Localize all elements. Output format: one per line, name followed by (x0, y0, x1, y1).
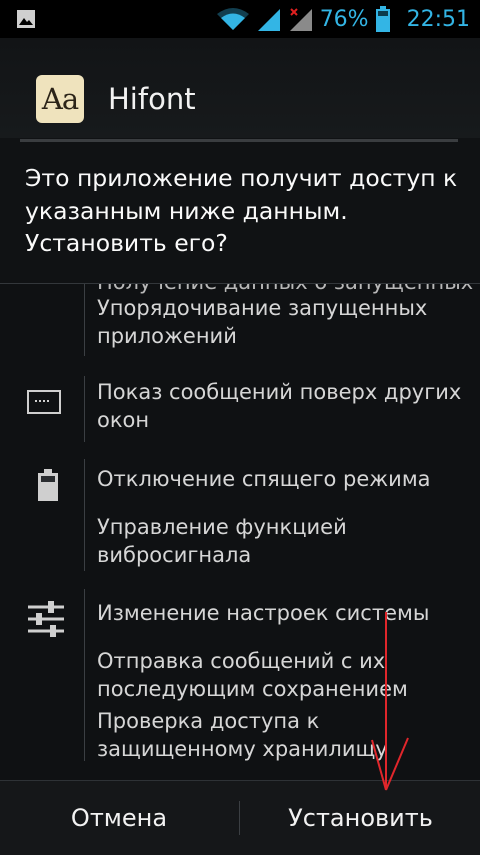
install-prompt: Это приложение получит доступ к указанны… (25, 164, 458, 257)
permission-item: Отправка сообщений с их последующим сохр… (97, 649, 408, 701)
permission-item: Управление функцией вибросигнала (97, 515, 347, 567)
header-divider (20, 139, 458, 142)
window-overlay-icon (27, 390, 61, 414)
settings-sliders-icon (28, 601, 64, 637)
battery-icon (375, 6, 390, 32)
permission-item: Изменение настроек системы (97, 601, 430, 625)
battery-percent: 76% (319, 6, 369, 32)
permission-group-apps: Упорядочивание запущенных приложений (0, 284, 480, 364)
app-icon: Aa (36, 75, 84, 123)
button-bar: Отмена Установить (0, 780, 480, 855)
button-separator (239, 801, 240, 835)
clock: 22:51 (406, 6, 470, 32)
signal-icon (257, 9, 280, 31)
permission-group-battery: Отключение спящего режима Управление фун… (0, 459, 480, 584)
permission-item: Упорядочивание запущенных приложений (97, 296, 428, 348)
wifi-icon (216, 8, 249, 30)
signal-no-sim-icon (289, 8, 312, 31)
cancel-button[interactable]: Отмена (0, 781, 238, 855)
permission-group-overlay: Показ сообщений поверх других окон (0, 364, 480, 454)
permission-group-settings: Изменение настроек системы Отправка сооб… (0, 589, 480, 781)
permission-list[interactable]: Получение данных о запущенных Упорядочив… (0, 283, 480, 781)
app-title: Hifont (108, 82, 196, 116)
status-bar: 76% 22:51 (0, 0, 480, 38)
permission-item: Отключение спящего режима (97, 467, 431, 491)
install-button[interactable]: Установить (241, 781, 480, 855)
battery-icon (38, 469, 58, 501)
app-header: Aa Hifont (0, 38, 480, 138)
permission-item: Проверка доступа к защищенному хранилищу (97, 709, 388, 761)
permission-item: Показ сообщений поверх других окон (97, 380, 462, 432)
image-icon (17, 10, 35, 28)
